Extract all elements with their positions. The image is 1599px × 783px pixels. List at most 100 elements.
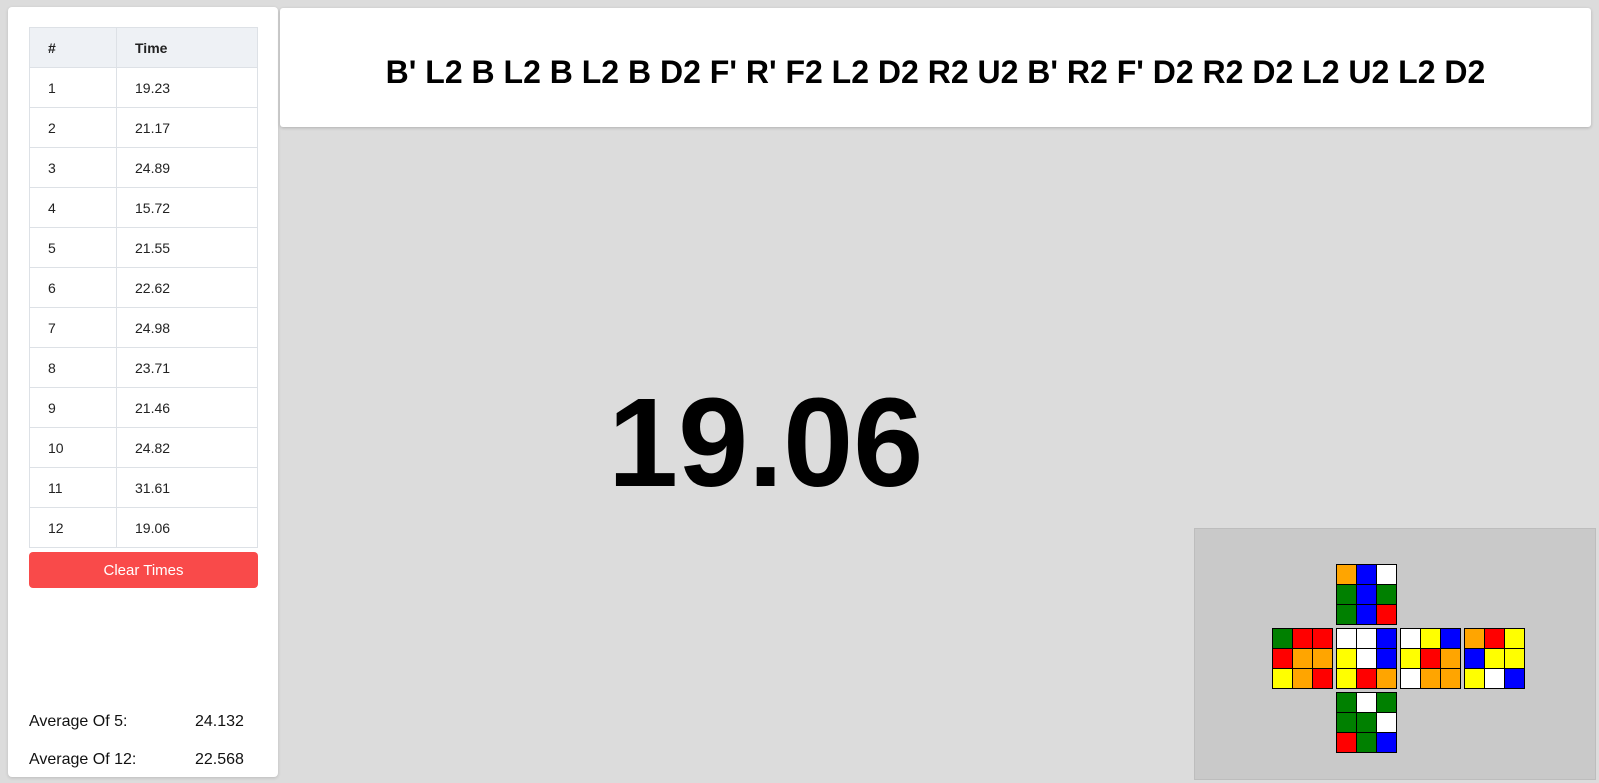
cube-sticker [1357,713,1376,732]
scramble-panel: B' L2 B L2 B L2 B D2 F' R' F2 L2 D2 R2 U… [280,8,1591,127]
cube-sticker [1273,649,1292,668]
solve-number: 7 [29,307,117,348]
solve-time: 19.06 [116,507,258,548]
cube-sticker [1465,649,1484,668]
timer-display[interactable]: 19.06 [608,380,923,506]
cube-sticker [1313,629,1332,648]
cube-sticker [1441,629,1460,648]
cube-sticker [1293,649,1312,668]
cube-sticker [1337,565,1356,584]
cube-sticker [1421,649,1440,668]
solve-time: 21.55 [116,227,258,268]
cube-face-right [1400,628,1461,689]
times-sidebar: # Time 1 19.23 2 21.17 3 24.89 4 15.72 5 21.55 6 22… [8,7,278,777]
solve-number: 5 [29,227,117,268]
cube-sticker [1293,669,1312,688]
solve-number: 12 [29,507,117,548]
cube-sticker [1485,649,1504,668]
times-table: # Time 1 19.23 2 21.17 3 24.89 4 15.72 5 21.55 6 22… [29,27,258,548]
cube-sticker [1377,605,1396,624]
cube-sticker [1293,629,1312,648]
solve-number: 3 [29,147,117,188]
cube-sticker [1337,669,1356,688]
cube-sticker [1505,669,1524,688]
cube-sticker [1357,585,1376,604]
cube-sticker [1401,649,1420,668]
cube-sticker [1441,649,1460,668]
times-row: 5 21.55 [29,227,258,268]
cube-sticker [1273,669,1292,688]
average-of-5-value: 24.132 [195,713,244,730]
cube-sticker [1337,585,1356,604]
cube-sticker [1401,629,1420,648]
cube-sticker [1313,669,1332,688]
cube-sticker [1465,669,1484,688]
cube-sticker [1377,733,1396,752]
cube-sticker [1337,713,1356,732]
cube-sticker [1357,733,1376,752]
cube-sticker [1313,649,1332,668]
solve-number: 6 [29,267,117,308]
cube-sticker [1377,669,1396,688]
solve-time: 21.46 [116,387,258,428]
solve-time: 23.71 [116,347,258,388]
cube-sticker [1377,585,1396,604]
times-row: 6 22.62 [29,267,258,308]
solve-number: 10 [29,427,117,468]
cube-face-back [1464,628,1525,689]
cube-sticker [1357,565,1376,584]
solve-number: 2 [29,107,117,148]
cube-preview [1194,528,1596,780]
solve-time: 24.89 [116,147,258,188]
cube-sticker [1377,649,1396,668]
solve-number: 9 [29,387,117,428]
cube-sticker [1337,605,1356,624]
cube-sticker [1485,669,1504,688]
times-row: 8 23.71 [29,347,258,388]
solve-time: 31.61 [116,467,258,508]
solve-number: 1 [29,67,117,108]
cube-sticker [1357,649,1376,668]
solve-number: 11 [29,467,117,508]
solve-time: 21.17 [116,107,258,148]
cube-sticker [1337,733,1356,752]
solve-time: 24.82 [116,427,258,468]
solve-number: 4 [29,187,117,228]
solve-time: 24.98 [116,307,258,348]
cube-face-front [1336,628,1397,689]
times-row: 10 24.82 [29,427,258,468]
cube-sticker [1441,669,1460,688]
cube-sticker [1337,649,1356,668]
column-header-time: Time [116,27,258,68]
cube-sticker [1273,629,1292,648]
cube-sticker [1485,629,1504,648]
times-table-header: # Time [29,27,258,68]
average-of-12-value: 22.568 [195,751,244,768]
times-row: 9 21.46 [29,387,258,428]
cube-sticker [1377,565,1396,584]
cube-sticker [1465,629,1484,648]
times-row: 12 19.06 [29,507,258,548]
scramble-text: B' L2 B L2 B L2 B D2 F' R' F2 L2 D2 R2 U… [385,54,1486,90]
cube-sticker [1401,669,1420,688]
times-row: 11 31.61 [29,467,258,508]
cube-sticker [1357,693,1376,712]
cube-sticker [1505,629,1524,648]
cube-face-left [1272,628,1333,689]
cube-sticker [1357,629,1376,648]
cube-face-up [1336,564,1397,625]
column-header-number: # [29,27,117,68]
times-row: 3 24.89 [29,147,258,188]
cube-sticker [1357,605,1376,624]
times-row: 2 21.17 [29,107,258,148]
cube-sticker [1337,693,1356,712]
average-of-12-label: Average Of 12: [29,751,137,768]
cube-sticker [1377,713,1396,732]
cube-sticker [1421,629,1440,648]
times-row: 7 24.98 [29,307,258,348]
cube-sticker [1505,649,1524,668]
cube-sticker [1377,629,1396,648]
cube-sticker [1421,669,1440,688]
clear-times-button[interactable]: Clear Times [29,552,258,588]
average-of-5-label: Average Of 5: [29,713,128,730]
